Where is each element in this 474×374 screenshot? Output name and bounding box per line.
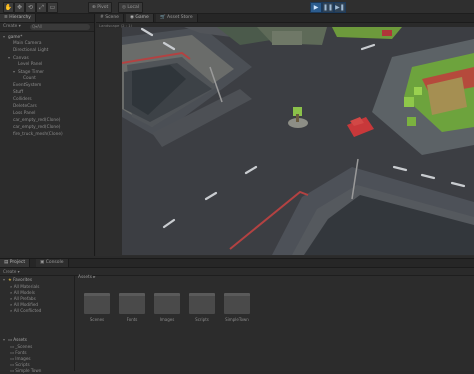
hierarchy-search-bar: Create ▾ Q▾All xyxy=(0,23,94,32)
hierarchy-item[interactable]: DeleteCars xyxy=(8,104,37,110)
favorites-label: Favorites xyxy=(13,277,33,282)
viewport-tabbar: # Scene ◉ Game 🛒 Asset Store xyxy=(96,14,474,23)
hierarchy-item-label: EventSystem xyxy=(13,83,42,88)
move-tool-icon[interactable]: ✥ xyxy=(14,2,25,13)
folder-icon[interactable] xyxy=(119,293,145,314)
hierarchy-item-label: game* xyxy=(8,35,23,40)
tab-scene-label: Scene xyxy=(105,15,119,20)
store-icon: 🛒 xyxy=(160,15,166,20)
hierarchy-item[interactable]: Colliders xyxy=(8,97,32,103)
hierarchy-item-label: Stuff xyxy=(13,90,24,95)
hierarchy-item-label: Loss Panel xyxy=(13,111,36,116)
favorites-item-label: All Modified xyxy=(13,302,39,307)
asset-tree-item-label: _Scenes xyxy=(15,344,33,349)
hierarchy-item[interactable]: ▾ Stage Timer xyxy=(13,69,44,75)
asset-tree-item-label: Simple Town xyxy=(15,368,42,373)
tab-hierarchy[interactable]: ≡ Hierarchy xyxy=(0,14,36,22)
asset-tree-item-label: Fonts xyxy=(15,350,27,355)
hand-tool-icon[interactable]: ✋ xyxy=(3,2,14,13)
favorites-header[interactable]: ▾ ★ Favorites xyxy=(3,277,32,283)
asset-tree-item[interactable]: ▭ Simple Town xyxy=(10,368,41,374)
hierarchy-item-label: DeleteCars xyxy=(13,104,37,109)
hierarchy-item[interactable]: Stuff xyxy=(8,90,23,96)
hierarchy-item-label: Stage Timer xyxy=(18,70,45,75)
scene-icon: # xyxy=(100,15,104,20)
folder-label[interactable]: Scenes xyxy=(81,317,113,322)
rotate-tool-icon[interactable]: ⟲ xyxy=(25,2,36,13)
assets-breadcrumb[interactable]: Assets ▸ xyxy=(78,275,96,280)
pivot-label: Pivot xyxy=(97,5,109,10)
assets-header[interactable]: ▾ ▭ Assets xyxy=(3,337,27,343)
hierarchy-item-label: Count xyxy=(23,76,36,81)
hierarchy-item-label: car_empty_red(Clone) xyxy=(13,125,61,130)
favorites-item-label: All Prefabs xyxy=(13,296,36,301)
rect-tool-icon[interactable]: ▭ xyxy=(47,2,58,13)
hierarchy-item-label: Directional Light xyxy=(13,48,49,53)
hierarchy-item-label: fire_truck_mesh(Clone) xyxy=(13,132,63,137)
hierarchy-item[interactable]: car_empty_red(Clone) xyxy=(8,125,60,131)
hierarchy-item[interactable]: ▾ Canvas xyxy=(8,55,29,61)
tab-console-label: Console xyxy=(45,260,64,265)
scene-root-item[interactable]: ▾ game* xyxy=(3,34,22,40)
create-dropdown[interactable]: Create ▾ xyxy=(3,24,21,29)
folder-icon[interactable] xyxy=(189,293,215,314)
project-create-dropdown[interactable]: Create ▾ xyxy=(3,269,20,274)
hierarchy-item[interactable]: EventSystem xyxy=(8,83,41,89)
pause-button[interactable]: ❚❚ xyxy=(322,2,334,13)
tab-label: Hierarchy xyxy=(9,15,31,20)
step-button[interactable]: ▶❚ xyxy=(334,2,346,13)
favorites-item-label: All Models xyxy=(13,290,35,295)
folder-label[interactable]: SimpleTown xyxy=(221,317,253,322)
pivot-toggle[interactable]: ⊕ Pivot xyxy=(88,2,113,13)
hierarchy-tabbar: ≡ Hierarchy xyxy=(0,14,94,23)
city-scene xyxy=(122,27,474,255)
favorites-item-label: All Conflicted xyxy=(13,308,42,313)
assets-label: Assets xyxy=(13,337,27,342)
project-panel: ▤ Project ▣ Console Create ▾ ▾ ★ Favorite… xyxy=(0,258,474,374)
space-label: Local xyxy=(127,5,140,10)
main-toolbar: ✋ ✥ ⟲ ⤢ ▭ ⊕ Pivot ◎ Local ▶ ❚❚ ▶❚ xyxy=(0,0,474,14)
space-toggle[interactable]: ◎ Local xyxy=(118,2,144,13)
hierarchy-search-input[interactable]: Q▾All xyxy=(30,24,90,30)
hierarchy-item-label: car_empty_red(Clone) xyxy=(13,118,61,123)
tab-project-label: Project xyxy=(9,260,26,265)
tab-scene[interactable]: # Scene xyxy=(96,14,124,22)
folder-label[interactable]: Scripts xyxy=(186,317,218,322)
hierarchy-item[interactable]: Directional Light xyxy=(8,48,48,54)
hierarchy-item-label: Colliders xyxy=(13,97,32,102)
game-view[interactable] xyxy=(122,27,474,255)
hierarchy-item[interactable]: fire_truck_mesh(Clone) xyxy=(8,132,63,138)
hierarchy-item[interactable]: Count xyxy=(18,76,36,82)
hierarchy-panel: ≡ Hierarchy Create ▾ Q▾All ▾ game* Main Ca… xyxy=(0,14,95,256)
folder-label[interactable]: Images xyxy=(151,317,183,322)
folder-icon[interactable] xyxy=(154,293,180,314)
asset-tree-item-label: Scripts xyxy=(15,362,30,367)
tab-game-label: Game xyxy=(135,15,149,20)
game-icon: ◉ xyxy=(130,15,134,20)
hierarchy-item[interactable]: Loss Panel xyxy=(8,111,35,117)
favorites-item[interactable]: ⌕ All Conflicted xyxy=(10,308,41,314)
hierarchy-item-label: Level Panel xyxy=(18,62,43,67)
play-button[interactable]: ▶ xyxy=(310,2,322,13)
project-tabbar: ▤ Project ▣ Console xyxy=(0,259,474,268)
hierarchy-item[interactable]: car_empty_red(Clone) xyxy=(8,118,60,124)
tab-asset-store-label: Asset Store xyxy=(167,15,193,20)
folder-icon[interactable] xyxy=(224,293,250,314)
hierarchy-item-label: Canvas xyxy=(13,56,29,61)
tab-asset-store[interactable]: 🛒 Asset Store xyxy=(156,14,198,22)
hierarchy-item[interactable]: Main Camera xyxy=(8,41,42,47)
scale-tool-icon[interactable]: ⤢ xyxy=(36,2,47,13)
tab-project[interactable]: ▤ Project xyxy=(0,259,31,267)
folder-icon[interactable] xyxy=(84,293,110,314)
hierarchy-item[interactable]: Level Panel xyxy=(13,62,42,68)
asset-tree-item-label: Images xyxy=(15,356,31,361)
favorites-item-label: All Materials xyxy=(13,284,40,289)
tab-game[interactable]: ◉ Game xyxy=(126,14,154,22)
project-tree: ▾ ★ Favorites ⌕ All Materials ⌕ All Models… xyxy=(0,275,75,374)
folder-label[interactable]: Fonts xyxy=(116,317,148,322)
hierarchy-item-label: Main Camera xyxy=(13,41,42,46)
tab-console[interactable]: ▣ Console xyxy=(36,259,69,267)
